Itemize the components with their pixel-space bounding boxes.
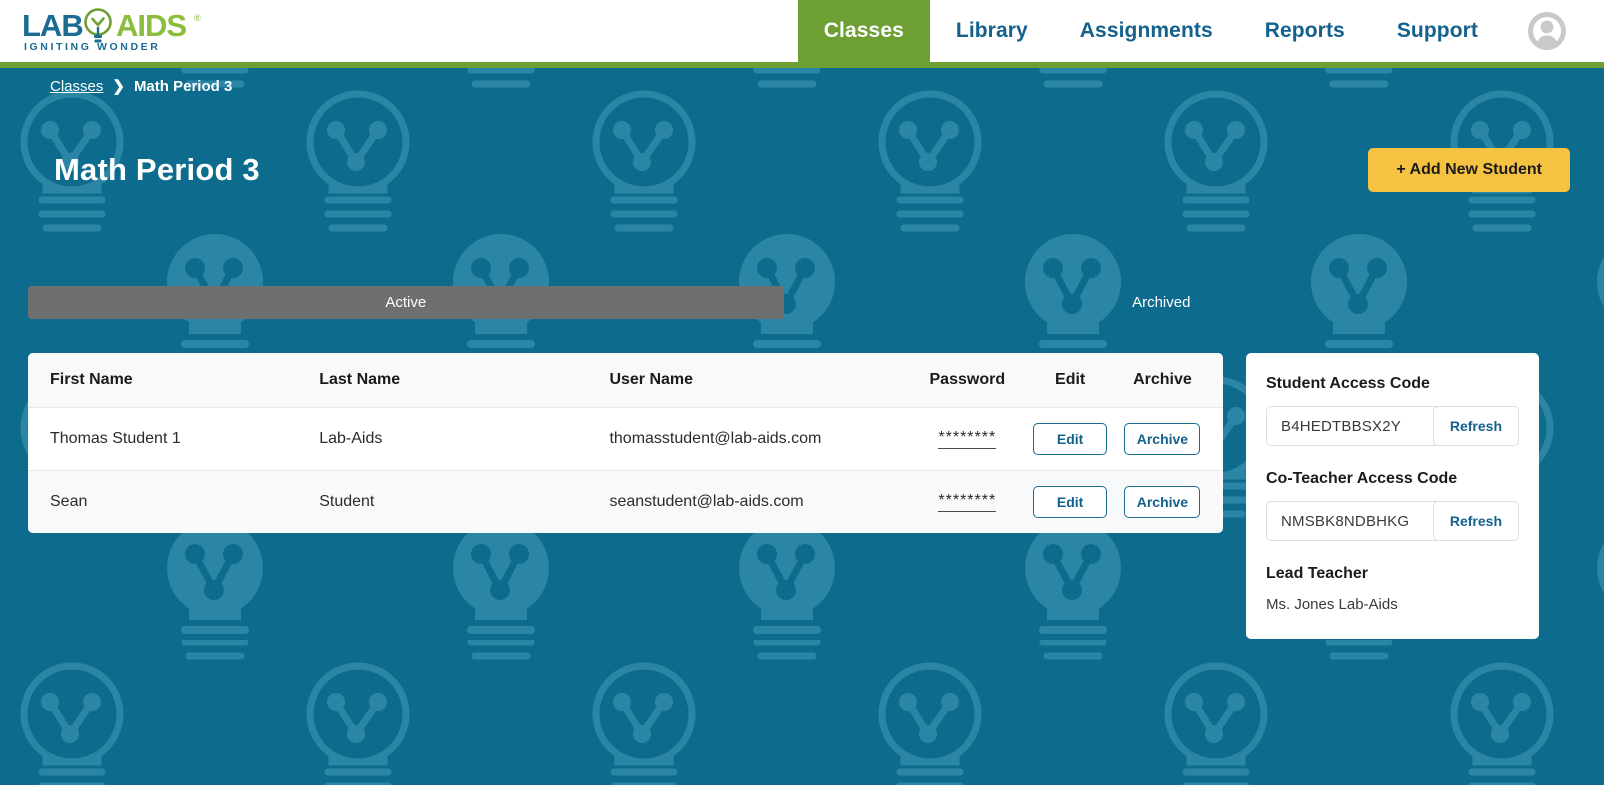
breadcrumb: Classes ❯ Math Period 3 bbox=[50, 78, 232, 95]
svg-text:AIDS: AIDS bbox=[116, 8, 186, 43]
main-navigation: Classes Library Assignments Reports Supp… bbox=[330, 0, 1604, 62]
student-roster-table: First Name Last Name User Name Password … bbox=[28, 353, 1223, 533]
lead-teacher-label: Lead Teacher bbox=[1266, 565, 1519, 583]
nav-item-assignments[interactable]: Assignments bbox=[1054, 0, 1239, 62]
cell-password: ******** bbox=[908, 471, 1026, 534]
password-mask: ******** bbox=[938, 493, 996, 512]
student-roster-card: First Name Last Name User Name Password … bbox=[28, 353, 1223, 533]
page-title: Math Period 3 bbox=[54, 152, 260, 188]
cell-edit: Edit bbox=[1026, 471, 1113, 534]
cell-archive: Archive bbox=[1114, 471, 1223, 534]
column-header-edit: Edit bbox=[1026, 353, 1113, 408]
cell-first-name: Sean bbox=[28, 471, 319, 534]
password-mask: ******** bbox=[938, 430, 996, 449]
roster-status-tabs: Active Archived bbox=[28, 286, 1539, 319]
student-access-code-label: Student Access Code bbox=[1266, 375, 1519, 393]
table-header-row: First Name Last Name User Name Password … bbox=[28, 353, 1223, 408]
refresh-coteacher-access-code-button[interactable]: Refresh bbox=[1433, 501, 1519, 541]
table-head: First Name Last Name User Name Password … bbox=[28, 353, 1223, 408]
cell-first-name: Thomas Student 1 bbox=[28, 408, 319, 471]
coteacher-access-code-group: NMSBK8NDBHKG Refresh bbox=[1266, 501, 1519, 541]
page-header-row: Math Period 3 + Add New Student bbox=[0, 148, 1604, 192]
lead-teacher-name: Ms. Jones Lab-Aids bbox=[1266, 596, 1519, 613]
table-row: Thomas Student 1 Lab-Aids thomasstudent@… bbox=[28, 408, 1223, 471]
column-header-first-name: First Name bbox=[28, 353, 319, 408]
cell-archive: Archive bbox=[1114, 408, 1223, 471]
tab-active[interactable]: Active bbox=[28, 286, 784, 319]
breadcrumb-link-classes[interactable]: Classes bbox=[50, 78, 103, 95]
header-green-rule bbox=[0, 62, 1604, 68]
archive-student-button[interactable]: Archive bbox=[1124, 423, 1200, 455]
cell-user-name: seanstudent@lab-aids.com bbox=[609, 471, 908, 534]
app-header: LAB AIDS ® IGNITING WONDER Classes Libra… bbox=[0, 0, 1604, 62]
refresh-student-access-code-button[interactable]: Refresh bbox=[1433, 406, 1519, 446]
archive-student-button[interactable]: Archive bbox=[1124, 486, 1200, 518]
cell-user-name: thomasstudent@lab-aids.com bbox=[609, 408, 908, 471]
cell-edit: Edit bbox=[1026, 408, 1113, 471]
tab-archived[interactable]: Archived bbox=[784, 286, 1540, 319]
main-content: First Name Last Name User Name Password … bbox=[28, 353, 1539, 639]
column-header-last-name: Last Name bbox=[319, 353, 609, 408]
class-info-panel: Student Access Code B4HEDTBBSX2Y Refresh… bbox=[1246, 353, 1539, 639]
svg-text:IGNITING WONDER: IGNITING WONDER bbox=[24, 41, 160, 53]
chevron-right-icon: ❯ bbox=[112, 79, 125, 94]
add-new-student-button[interactable]: + Add New Student bbox=[1368, 148, 1570, 192]
cell-last-name: Student bbox=[319, 471, 609, 534]
column-header-password: Password bbox=[908, 353, 1026, 408]
column-header-user-name: User Name bbox=[609, 353, 908, 408]
cell-password: ******** bbox=[908, 408, 1026, 471]
nav-item-support[interactable]: Support bbox=[1371, 0, 1504, 62]
coteacher-access-code-label: Co-Teacher Access Code bbox=[1266, 470, 1519, 488]
edit-student-button[interactable]: Edit bbox=[1033, 486, 1107, 518]
breadcrumb-current: Math Period 3 bbox=[134, 78, 232, 95]
student-access-code-group: B4HEDTBBSX2Y Refresh bbox=[1266, 406, 1519, 446]
column-header-archive: Archive bbox=[1114, 353, 1223, 408]
table-body: Thomas Student 1 Lab-Aids thomasstudent@… bbox=[28, 408, 1223, 534]
svg-text:LAB: LAB bbox=[22, 8, 83, 43]
nav-item-reports[interactable]: Reports bbox=[1239, 0, 1371, 62]
table-row: Sean Student seanstudent@lab-aids.com **… bbox=[28, 471, 1223, 534]
edit-student-button[interactable]: Edit bbox=[1033, 423, 1107, 455]
cell-last-name: Lab-Aids bbox=[319, 408, 609, 471]
svg-text:®: ® bbox=[194, 13, 201, 23]
user-avatar-icon bbox=[1526, 10, 1568, 52]
app-root: LAB AIDS ® IGNITING WONDER Classes Libra… bbox=[0, 0, 1604, 785]
nav-item-classes[interactable]: Classes bbox=[798, 0, 930, 62]
nav-item-library[interactable]: Library bbox=[930, 0, 1054, 62]
student-access-code-value: B4HEDTBBSX2Y bbox=[1267, 407, 1433, 445]
coteacher-access-code-value: NMSBK8NDBHKG bbox=[1267, 502, 1433, 540]
brand-logo[interactable]: LAB AIDS ® IGNITING WONDER bbox=[0, 0, 330, 62]
account-menu[interactable] bbox=[1504, 0, 1590, 62]
